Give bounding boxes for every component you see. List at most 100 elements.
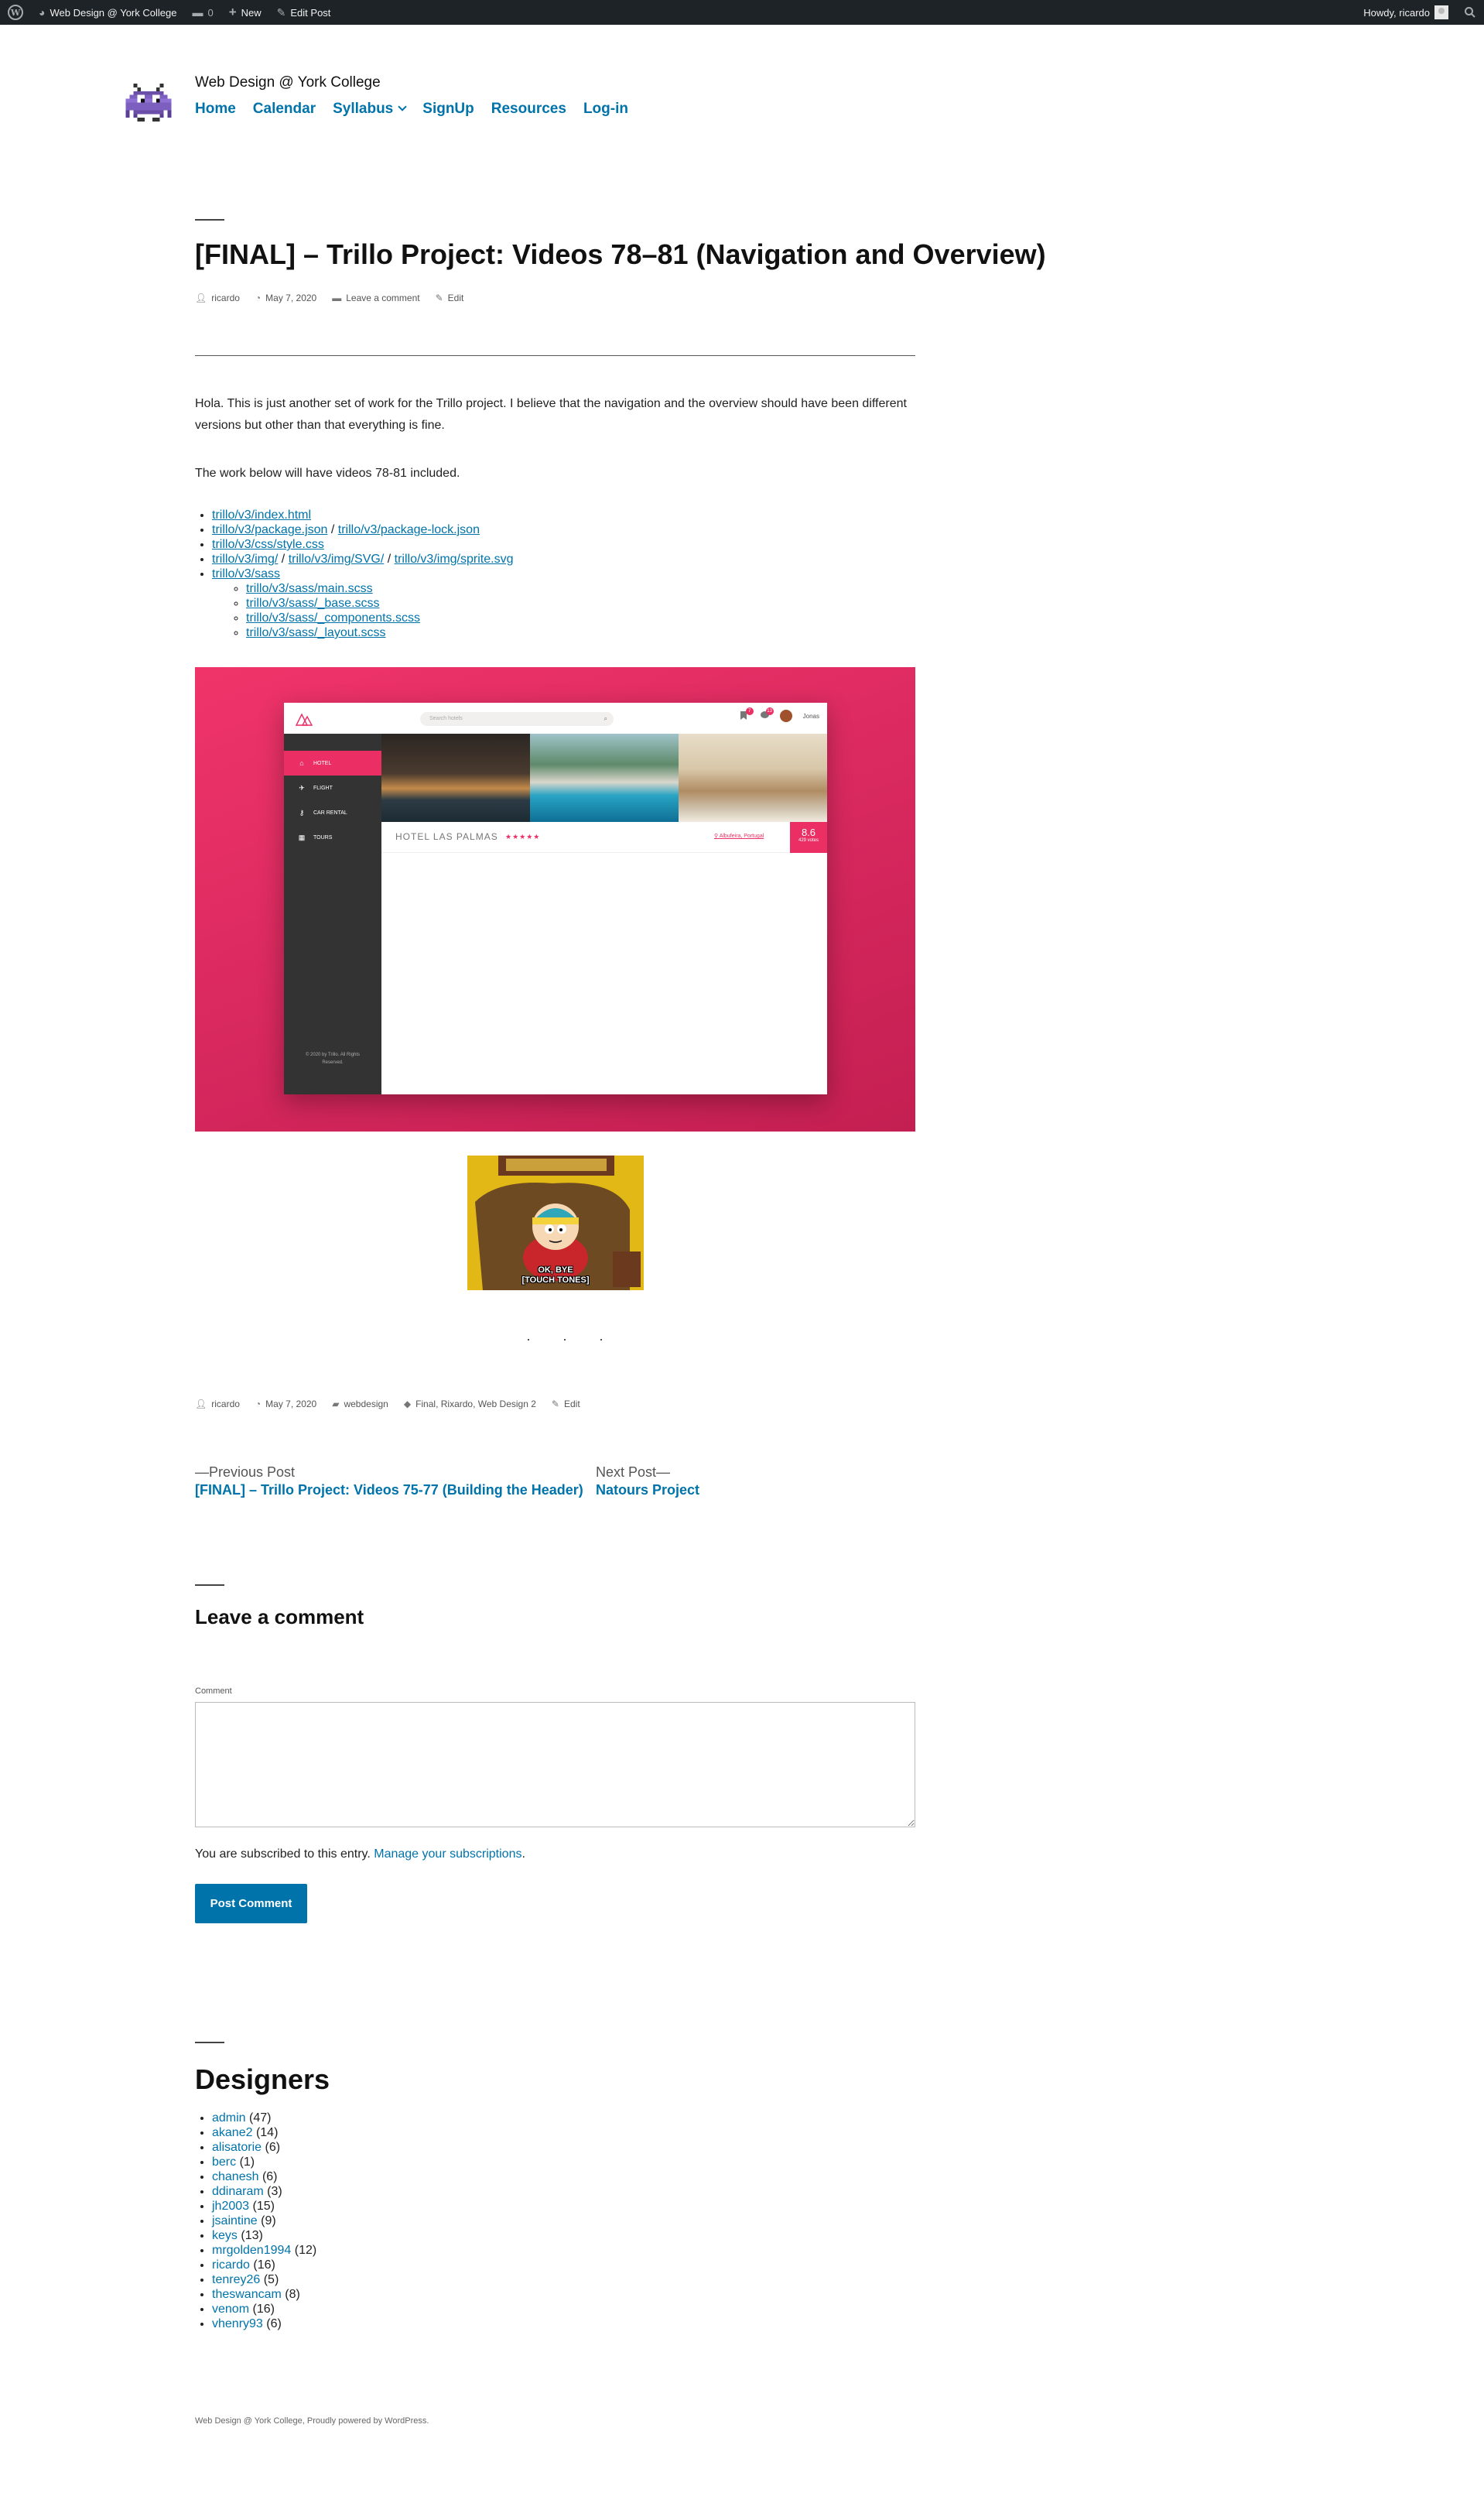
chat-icon: 13 xyxy=(760,707,774,721)
trillo-user-name: Jonas xyxy=(802,712,819,720)
nav-resources[interactable]: Resources xyxy=(491,101,566,118)
post-footer-meta: 👤︎ ricardo ◔ May 7, 2020 ▰ webdesign ◆ Final… xyxy=(195,1399,580,1409)
rating-value: 8.6 xyxy=(801,827,816,838)
comments-count: 0 xyxy=(207,6,214,19)
admin-bar-edit-label: Edit Post xyxy=(290,6,331,19)
file-link-img[interactable]: trillo/v3/img/ xyxy=(212,553,278,566)
list-item: trillo/v3/sass/_layout.scss xyxy=(246,625,513,640)
designer-link[interactable]: alisatorie xyxy=(212,2141,262,2154)
sass-file-list: trillo/v3/sass/main.scss trillo/v3/sass/… xyxy=(212,581,513,640)
file-link-package-lock[interactable]: trillo/v3/package-lock.json xyxy=(338,523,480,536)
footer-date[interactable]: May 7, 2020 xyxy=(265,1399,316,1409)
gif-caption: OK, BYE [TOUCH TONES] xyxy=(467,1265,644,1286)
comment-bubble-icon: ▬ xyxy=(192,6,203,19)
nav-home[interactable]: Home xyxy=(195,101,236,118)
hotel-location: ⚲ Albufeira, Portugal xyxy=(714,833,764,839)
designer-link[interactable]: akane2 xyxy=(212,2126,253,2139)
file-link-sass[interactable]: trillo/v3/sass xyxy=(212,567,280,580)
file-link-components-scss[interactable]: trillo/v3/sass/_components.scss xyxy=(246,611,420,625)
leave-comment-link[interactable]: Leave a comment xyxy=(346,293,419,303)
trillo-side-label: HOTEL xyxy=(313,760,332,766)
designer-link[interactable]: ddinaram xyxy=(212,2185,264,2198)
designer-item: admin (47) xyxy=(212,2111,316,2125)
admin-bar-edit-post[interactable]: ✎ Edit Post xyxy=(269,0,339,25)
manage-subscriptions-link[interactable]: Manage your subscriptions xyxy=(374,1847,521,1861)
designer-post-count: (16) xyxy=(252,2303,275,2316)
comment-icon: ▬ xyxy=(332,293,342,303)
post-comment-button[interactable]: Post Comment xyxy=(195,1884,307,1923)
designer-link[interactable]: theswancam xyxy=(212,2288,282,2301)
file-link-main-scss[interactable]: trillo/v3/sass/main.scss xyxy=(246,582,373,595)
nav-login[interactable]: Log-in xyxy=(583,101,628,118)
nav-syllabus-wrapper[interactable]: Syllabus xyxy=(333,101,407,118)
file-link-index[interactable]: trillo/v3/index.html xyxy=(212,508,311,522)
admin-bar-site-link[interactable]: ◕ Web Design @ York College xyxy=(31,0,184,25)
trillo-overview: HOTEL LAS PALMAS ★★★★★ ⚲ Albufeira, Port… xyxy=(381,822,827,853)
list-item: trillo/v3/img/ / trillo/v3/img/SVG/ / tr… xyxy=(212,552,513,567)
rating-box: 8.6 429 votes xyxy=(790,822,827,853)
designer-post-count: (16) xyxy=(253,2258,275,2272)
designer-link[interactable]: admin xyxy=(212,2111,246,2125)
post-author[interactable]: ricardo xyxy=(211,293,240,303)
folder-icon: ▰ xyxy=(332,1399,340,1409)
trillo-sidebar: ⌂ HOTEL ✈ FLIGHT ⚷ CAR RENTAL ▦ TOURS © 2020… xyxy=(284,734,381,1094)
admin-bar-new[interactable]: + New xyxy=(221,0,269,25)
designer-link[interactable]: berc xyxy=(212,2155,236,2169)
post-date[interactable]: May 7, 2020 xyxy=(265,293,316,303)
trillo-side-label: FLIGHT xyxy=(313,785,333,791)
prev-post-link[interactable]: [FINAL] – Trillo Project: Videos 75-77 (… xyxy=(195,1482,583,1498)
next-post-link[interactable]: Natours Project xyxy=(596,1482,699,1498)
intro-paragraph: Hola. This is just another set of work f… xyxy=(195,397,907,432)
trillo-sidebar-footer: © 2020 by Trillo. All Rights Reserved. xyxy=(305,1053,361,1065)
list-item: trillo/v3/sass/_base.scss xyxy=(246,596,513,611)
site-logo-space-invader-icon[interactable] xyxy=(125,84,172,125)
content-divider xyxy=(195,355,915,356)
footer-category[interactable]: webdesign xyxy=(344,1399,388,1409)
designer-link[interactable]: jsaintine xyxy=(212,2214,258,2227)
list-item: trillo/v3/index.html xyxy=(212,508,513,522)
footer-tags[interactable]: Final, Rixardo, Web Design 2 xyxy=(415,1399,536,1409)
admin-bar-new-label: New xyxy=(241,6,262,19)
admin-bar-account[interactable]: Howdy, ricardo xyxy=(1356,0,1456,25)
location-pin-icon: ⚲ xyxy=(714,834,720,839)
designer-link[interactable]: keys xyxy=(212,2229,238,2242)
file-link-layout-scss[interactable]: trillo/v3/sass/_layout.scss xyxy=(246,626,386,639)
footer-author[interactable]: ricardo xyxy=(211,1399,240,1409)
designer-post-count: (13) xyxy=(241,2229,263,2242)
post-meta: 👤︎ ricardo ◔ May 7, 2020 ▬ Leave a comment … xyxy=(195,293,463,303)
admin-bar-comments[interactable]: ▬ 0 xyxy=(184,0,221,25)
notif-badge-2: 13 xyxy=(765,707,774,715)
designer-post-count: (47) xyxy=(249,2111,272,2125)
trillo-side-label: TOURS xyxy=(313,834,333,841)
designer-link[interactable]: chanesh xyxy=(212,2170,259,2183)
wordpress-menu[interactable]: W xyxy=(0,0,31,25)
magnifier-icon: ⌕ xyxy=(604,715,607,722)
nav-signup[interactable]: SignUp xyxy=(422,101,474,118)
designer-link[interactable]: jh2003 xyxy=(212,2200,249,2213)
file-link-sprite[interactable]: trillo/v3/img/sprite.svg xyxy=(395,553,514,566)
list-item: trillo/v3/css/style.css xyxy=(212,537,513,552)
nav-syllabus[interactable]: Syllabus xyxy=(333,101,393,117)
designer-post-count: (15) xyxy=(252,2200,275,2213)
comment-textarea[interactable] xyxy=(195,1702,915,1827)
designer-link[interactable]: ricardo xyxy=(212,2258,250,2272)
file-link-css[interactable]: trillo/v3/css/style.css xyxy=(212,538,324,551)
subscription-line: You are subscribed to this entry. Manage… xyxy=(195,1847,525,1861)
trillo-side-car-rental: ⚷ CAR RENTAL xyxy=(284,800,381,825)
designer-link[interactable]: tenrey26 xyxy=(212,2273,260,2286)
footer-edit-link[interactable]: Edit xyxy=(564,1399,580,1409)
nav-calendar[interactable]: Calendar xyxy=(253,101,316,118)
chevron-down-icon[interactable] xyxy=(398,102,407,111)
designer-link[interactable]: mrgolden1994 xyxy=(212,2244,291,2257)
list-item: trillo/v3/sass/_components.scss xyxy=(246,611,513,625)
designer-link[interactable]: venom xyxy=(212,2303,249,2316)
admin-bar-search[interactable] xyxy=(1456,0,1484,25)
file-link-base-scss[interactable]: trillo/v3/sass/_base.scss xyxy=(246,597,380,610)
file-link-list: trillo/v3/index.html trillo/v3/package.j… xyxy=(195,508,513,640)
designer-link[interactable]: vhenry93 xyxy=(212,2317,263,2330)
file-link-package[interactable]: trillo/v3/package.json xyxy=(212,523,327,536)
file-link-svg[interactable]: trillo/v3/img/SVG/ xyxy=(289,553,385,566)
site-title[interactable]: Web Design @ York College xyxy=(195,74,381,91)
cartman-gif: OK, BYE [TOUCH TONES] xyxy=(467,1156,644,1290)
edit-link[interactable]: Edit xyxy=(448,293,464,303)
